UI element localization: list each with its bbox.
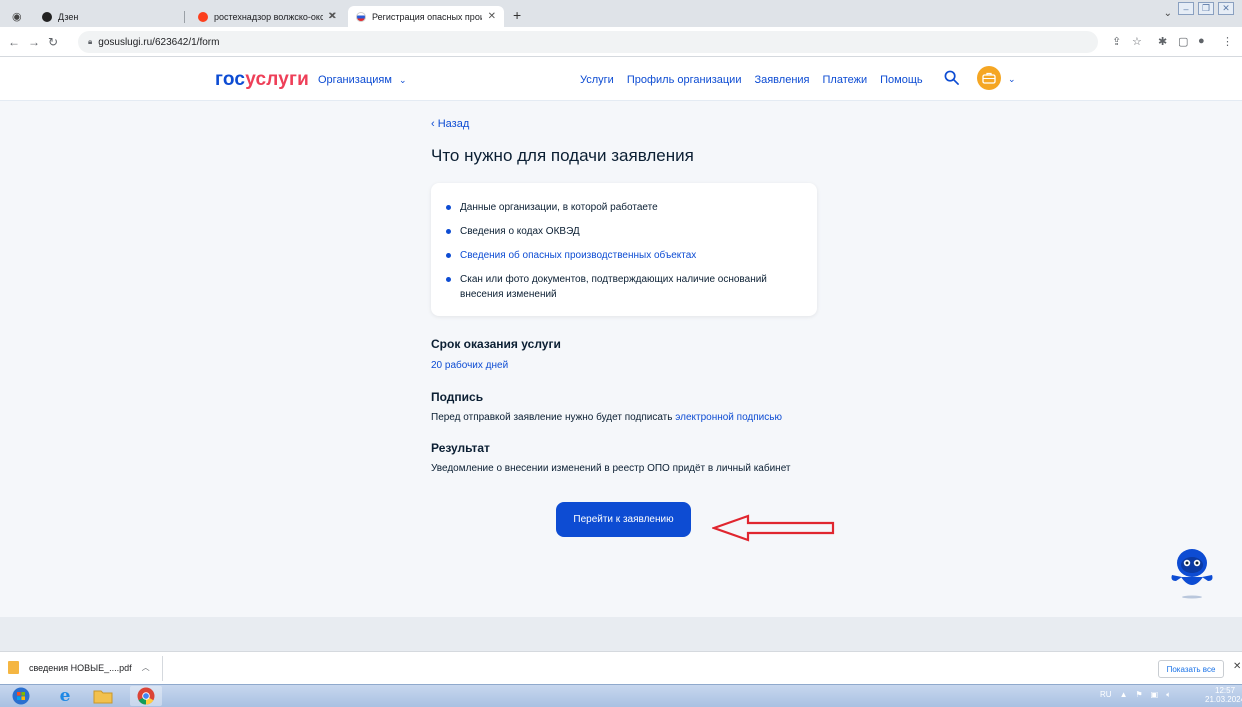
chrome-taskbar-icon[interactable]: [130, 686, 162, 706]
signature-title: Подпись: [431, 390, 484, 404]
requirements-card: Данные организации, в которой работаете …: [431, 183, 817, 316]
result-title: Результат: [431, 441, 490, 455]
chevron-down-icon[interactable]: ⌄: [1008, 74, 1016, 85]
red-arrow-annotation: [712, 514, 835, 542]
tab-registration[interactable]: Регистрация опасных производ ✕: [348, 6, 504, 27]
organization-avatar[interactable]: [977, 66, 1001, 90]
chevron-left-icon: ‹: [431, 118, 435, 130]
organizations-menu[interactable]: Организациям ⌄: [318, 74, 407, 86]
gosuslugi-logo[interactable]: госуслуги: [215, 69, 309, 91]
tab-search-icon-pinned[interactable]: ◉: [10, 6, 28, 27]
page-title: Что нужно для подачи заявления: [431, 146, 694, 165]
back-arrow-icon[interactable]: ←: [8, 35, 20, 49]
forward-arrow-icon[interactable]: →: [28, 35, 40, 49]
volume-icon[interactable]: 🔈︎: [1166, 690, 1171, 700]
url-field[interactable]: 🔒︎ gosuslugi.ru/623642/1/form: [78, 31, 1098, 53]
nav-help[interactable]: Помощь: [880, 74, 923, 86]
list-item: Данные организации, в которой работаете: [446, 200, 791, 215]
start-button[interactable]: [10, 686, 32, 706]
reload-icon[interactable]: ↻: [48, 35, 58, 49]
side-panel-icon[interactable]: ▢: [1178, 35, 1188, 48]
tab-search-chevron-icon[interactable]: ⌄: [1164, 8, 1172, 19]
back-link[interactable]: ‹ Назад: [431, 118, 469, 130]
nav-org-profile[interactable]: Профиль организации: [627, 74, 742, 86]
tab-rostekhnadzor[interactable]: ростехнадзор волжско-окское ✕: [190, 6, 345, 27]
list-item: Сведения о кодах ОКВЭД: [446, 224, 791, 239]
flag-icon[interactable]: ⚑: [1135, 690, 1142, 700]
yandex-icon: [198, 11, 208, 22]
network-icon[interactable]: ▣: [1151, 690, 1159, 700]
close-tab-icon[interactable]: ✕: [488, 11, 496, 22]
share-icon[interactable]: ⇪: [1112, 35, 1121, 48]
minimize-icon[interactable]: –: [1178, 2, 1194, 15]
search-icon[interactable]: [944, 70, 959, 85]
result-text: Уведомление о внесении изменений в реест…: [431, 463, 791, 474]
page-footer-strip: [0, 617, 1242, 651]
windows-taskbar: e RU ▲ ⚑ ▣ 🔈︎ 12:57 21.03.2024: [0, 684, 1242, 707]
go-to-application-button[interactable]: Перейти к заявлению: [556, 502, 691, 537]
top-navigation: Услуги Профиль организации Заявления Пла…: [580, 74, 923, 86]
tray-up-icon[interactable]: ▲: [1120, 690, 1128, 700]
browser-tab-strip: ◉ Дзен ✕ ростехнадзор волжско-окское ✕ Р…: [0, 0, 1242, 27]
main-content: ‹ Назад Что нужно для подачи заявления Д…: [0, 101, 1242, 617]
system-tray: RU ▲ ⚑ ▣ 🔈︎: [1100, 690, 1171, 700]
russia-flag-icon: [356, 11, 366, 22]
electronic-signature-link[interactable]: электронной подписью: [675, 412, 782, 423]
downloaded-file[interactable]: сведения НОВЫЕ_....pdf ︿: [8, 661, 150, 674]
profile-icon[interactable]: ●: [1198, 35, 1205, 47]
download-bar: сведения НОВЫЕ_....pdf ︿ Показать все ✕: [0, 651, 1242, 684]
pdf-file-icon: [8, 661, 19, 674]
new-tab-button[interactable]: +: [513, 7, 521, 23]
file-explorer-icon[interactable]: [92, 686, 114, 706]
chevron-up-icon[interactable]: ︿: [142, 662, 150, 673]
nav-applications[interactable]: Заявления: [754, 74, 809, 86]
chevron-down-icon: ⌄: [398, 75, 407, 85]
close-download-bar-icon[interactable]: ✕: [1233, 661, 1241, 672]
nav-services[interactable]: Услуги: [580, 74, 614, 86]
address-bar: ← → ↻ 🔒︎ gosuslugi.ru/623642/1/form ⇪ ☆ …: [0, 27, 1242, 57]
term-value: 20 рабочих дней: [431, 360, 509, 371]
language-indicator[interactable]: RU: [1100, 690, 1112, 700]
dzen-icon: [42, 11, 52, 22]
assistant-robot-icon[interactable]: [1168, 541, 1216, 601]
close-window-icon[interactable]: ✕: [1218, 2, 1234, 15]
signature-text: Перед отправкой заявление нужно будет по…: [431, 412, 782, 423]
browser-menu-icon[interactable]: ⋮: [1222, 35, 1233, 48]
term-title: Срок оказания услуги: [431, 337, 561, 351]
tab-separator: [184, 11, 185, 23]
window-controls: – ❐ ✕: [1178, 2, 1234, 15]
close-tab-icon[interactable]: ✕: [329, 11, 337, 22]
list-item: Скан или фото документов, подтверждающих…: [446, 272, 791, 302]
show-all-downloads-button[interactable]: Показать все: [1158, 660, 1224, 678]
clock[interactable]: 12:57 21.03.2024: [1205, 686, 1242, 704]
folder-icon: [93, 690, 113, 704]
bookmark-star-icon[interactable]: ☆: [1132, 35, 1142, 48]
nav-payments[interactable]: Платежи: [823, 74, 868, 86]
internet-explorer-icon[interactable]: e: [54, 686, 76, 706]
globe-icon: ◉: [12, 11, 22, 23]
extensions-icon[interactable]: ✱: [1158, 35, 1167, 48]
lock-icon: 🔒︎: [88, 37, 93, 46]
hazardous-objects-link[interactable]: Сведения об опасных производственных объ…: [446, 248, 791, 263]
briefcase-icon: [982, 72, 996, 84]
windows-logo-icon: [12, 687, 30, 705]
maximize-icon[interactable]: ❐: [1198, 2, 1214, 15]
chrome-icon: [137, 687, 155, 705]
site-header: госуслуги Организациям ⌄ Услуги Профиль …: [0, 57, 1242, 101]
requirements-list: Данные организации, в которой работаете …: [446, 200, 791, 311]
divider: [162, 656, 163, 681]
